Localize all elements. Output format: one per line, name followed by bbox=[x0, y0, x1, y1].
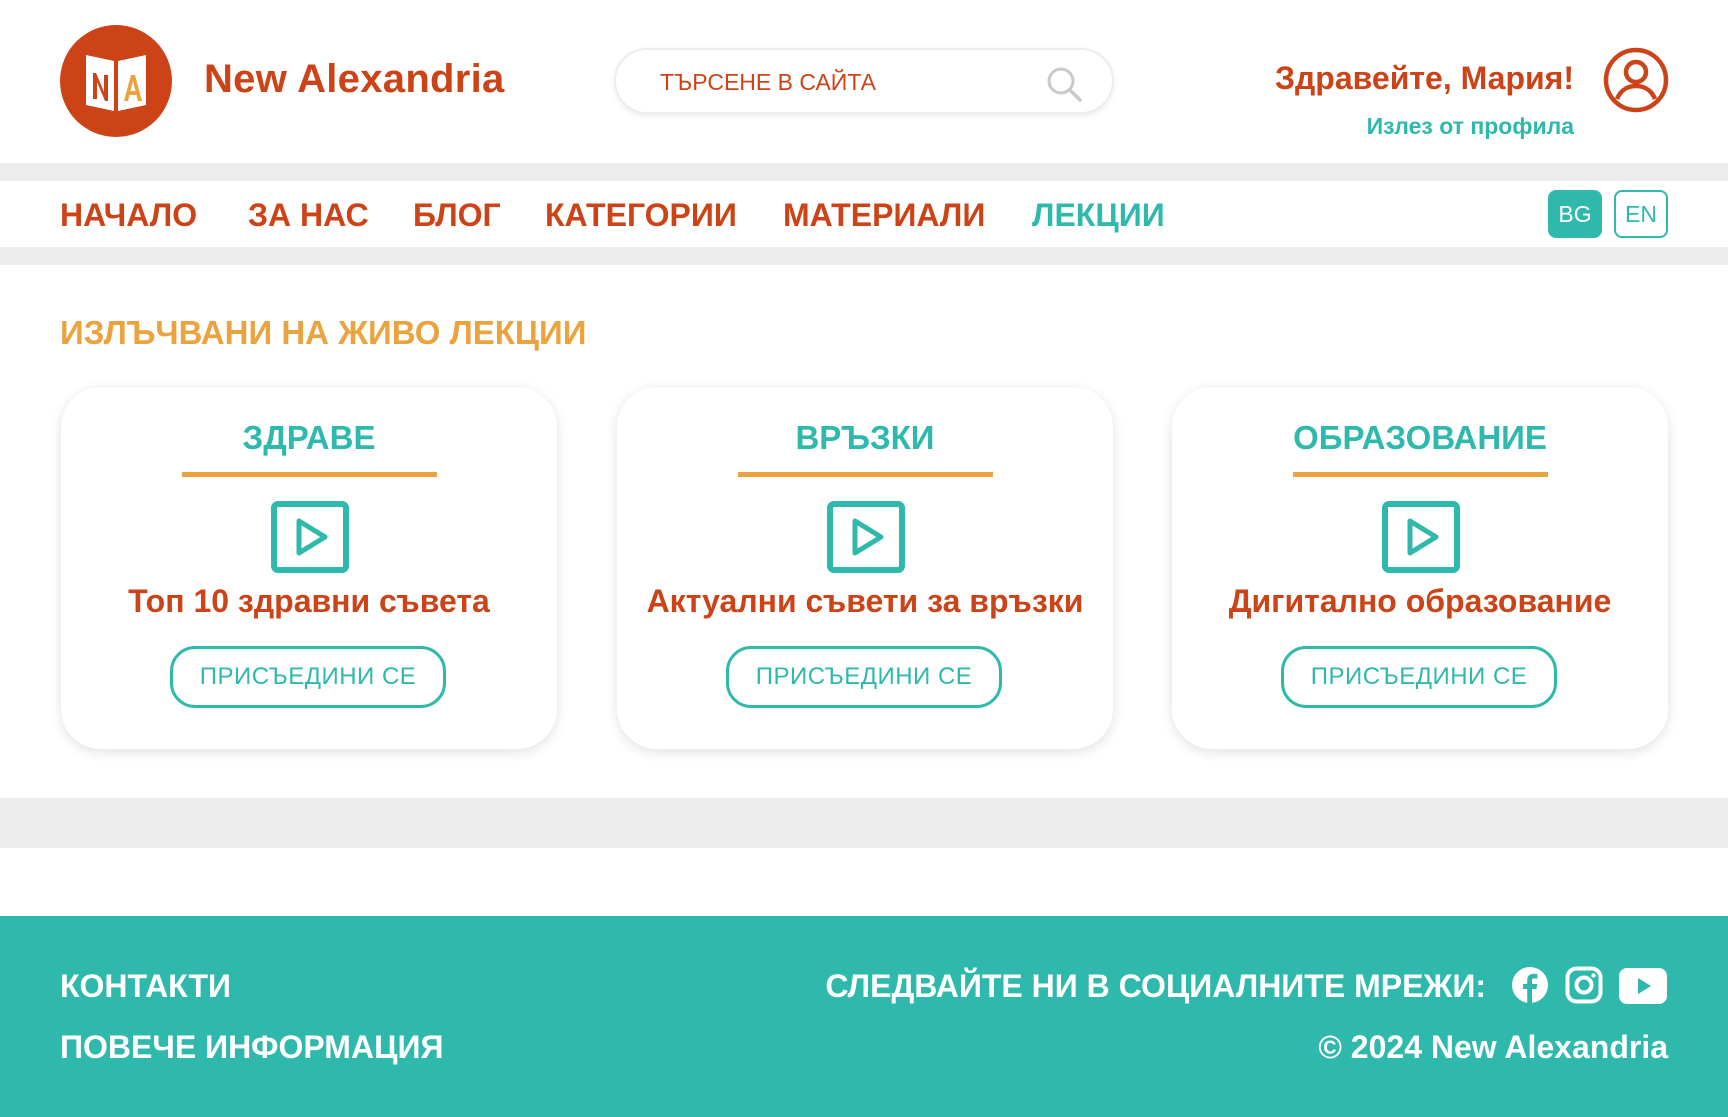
open-book-logo-icon bbox=[86, 55, 146, 111]
card-lecture-title: Дигитално образование bbox=[1228, 583, 1612, 619]
content-divider bbox=[0, 798, 1728, 848]
footer-link-contacts[interactable]: КОНТАКТИ bbox=[60, 968, 231, 1005]
nav-divider-bottom bbox=[0, 247, 1728, 265]
language-en-button[interactable]: EN bbox=[1614, 190, 1668, 238]
search-icon[interactable] bbox=[1044, 64, 1084, 104]
card-category: ВРЪЗКИ bbox=[795, 419, 935, 456]
follow-us-label: СЛЕДВАЙТЕ НИ В СОЦИАЛНИТЕ МРЕЖИ: bbox=[825, 968, 1486, 1004]
language-bg-button[interactable]: BG bbox=[1548, 190, 1602, 238]
join-button[interactable]: ПРИСЪЕДИНИ СЕ bbox=[170, 646, 446, 708]
join-button[interactable]: ПРИСЪЕДИНИ СЕ bbox=[726, 646, 1002, 708]
copyright-text: © 2024 New Alexandria bbox=[1318, 1029, 1668, 1065]
instagram-icon[interactable] bbox=[1565, 966, 1603, 1004]
nav-divider-top bbox=[0, 163, 1728, 181]
card-title-underline bbox=[738, 472, 993, 477]
card-category: ЗДРАВЕ bbox=[242, 419, 376, 456]
site-logo[interactable] bbox=[60, 25, 172, 137]
site-header: New Alexandria Здравейте, Мария! Излез о… bbox=[0, 0, 1728, 163]
card-lecture-title: Топ 10 здравни съвета bbox=[128, 583, 490, 619]
join-button[interactable]: ПРИСЪЕДИНИ СЕ bbox=[1281, 646, 1557, 708]
logout-link[interactable]: Излез от профила bbox=[1367, 113, 1574, 140]
nav-item-materials[interactable]: МАТЕРИАЛИ bbox=[783, 197, 985, 234]
youtube-icon[interactable] bbox=[1619, 968, 1667, 1004]
site-footer: КОНТАКТИ ПОВЕЧЕ ИНФОРМАЦИЯ СЛЕДВАЙТЕ НИ … bbox=[0, 916, 1728, 1117]
user-greeting: Здравейте, Мария! bbox=[1274, 60, 1574, 96]
nav-item-categories[interactable]: КАТЕГОРИИ bbox=[545, 197, 737, 234]
footer-link-more-info[interactable]: ПОВЕЧЕ ИНФОРМАЦИЯ bbox=[60, 1029, 443, 1066]
main-nav: НАЧАЛО ЗА НАС БЛОГ КАТЕГОРИИ МАТЕРИАЛИ Л… bbox=[0, 181, 1728, 247]
site-name[interactable]: New Alexandria bbox=[204, 57, 505, 102]
lecture-card-relationships: ВРЪЗКИ Актуални съвети за връзки ПРИСЪЕД… bbox=[617, 387, 1113, 749]
card-category: ОБРАЗОВАНИЕ bbox=[1293, 419, 1547, 456]
facebook-icon[interactable] bbox=[1511, 966, 1549, 1004]
section-title: ИЗЛЪЧВАНИ НА ЖИВО ЛЕКЦИИ bbox=[60, 314, 587, 351]
lecture-card-health: ЗДРАВЕ Топ 10 здравни съвета ПРИСЪЕДИНИ … bbox=[61, 387, 557, 749]
play-icon[interactable] bbox=[1382, 501, 1460, 573]
nav-item-lectures[interactable]: ЛЕКЦИИ bbox=[1032, 197, 1165, 234]
card-lecture-title: Актуални съвети за връзки bbox=[646, 583, 1084, 619]
search-bar bbox=[614, 48, 1114, 114]
nav-item-about[interactable]: ЗА НАС bbox=[248, 197, 369, 234]
nav-item-home[interactable]: НАЧАЛО bbox=[60, 197, 197, 234]
play-icon[interactable] bbox=[827, 501, 905, 573]
card-title-underline bbox=[1293, 472, 1548, 477]
user-profile-icon[interactable] bbox=[1603, 47, 1669, 113]
card-title-underline bbox=[182, 472, 437, 477]
nav-item-blog[interactable]: БЛОГ bbox=[413, 197, 501, 234]
play-icon[interactable] bbox=[271, 501, 349, 573]
lecture-card-education: ОБРАЗОВАНИЕ Дигитално образование ПРИСЪЕ… bbox=[1172, 387, 1668, 749]
search-input[interactable] bbox=[660, 66, 1020, 98]
